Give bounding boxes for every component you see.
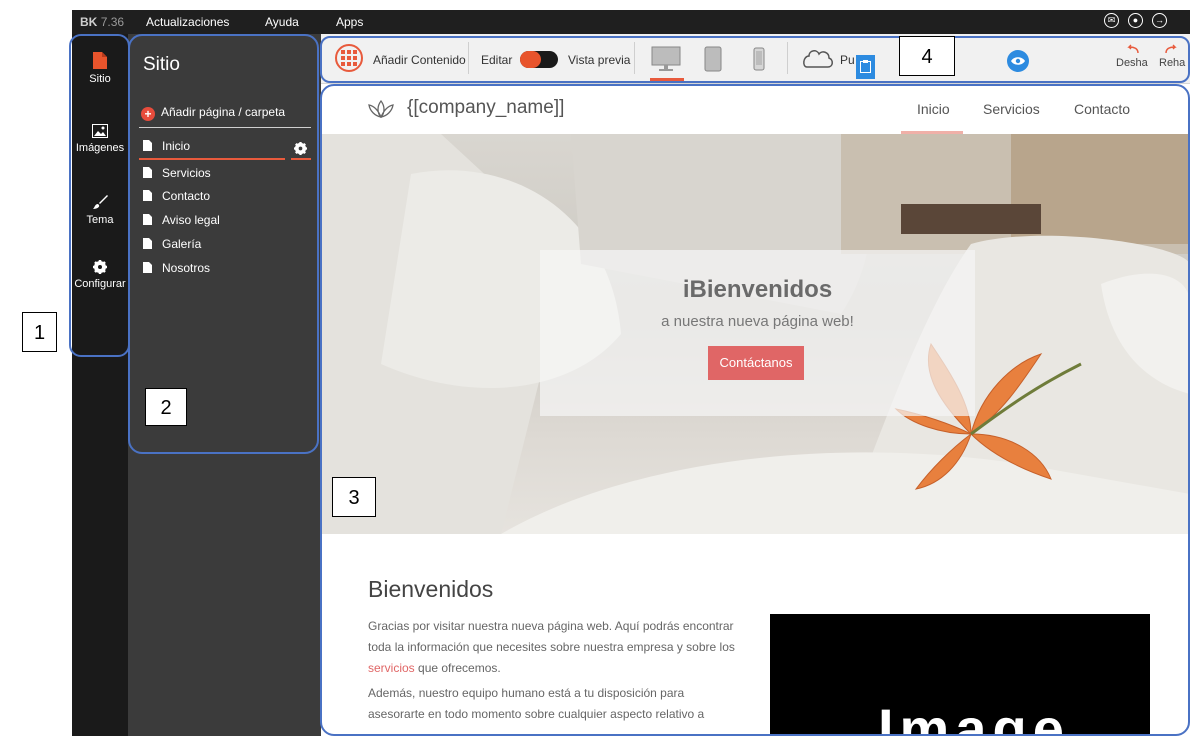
mail-icon[interactable]: ✉ <box>1104 13 1119 28</box>
version-label: BK 7.36 <box>80 15 125 29</box>
annotation-number-1: 1 <box>22 312 57 352</box>
annotation-region-3 <box>320 84 1190 736</box>
menu-ayuda[interactable]: Ayuda <box>265 15 299 29</box>
menu-apps[interactable]: Apps <box>336 15 363 29</box>
user-icon[interactable]: ● <box>1128 13 1143 28</box>
menu-actualizaciones[interactable]: Actualizaciones <box>146 15 229 29</box>
annotation-number-3: 3 <box>332 477 376 517</box>
annotation-number-2: 2 <box>145 388 187 426</box>
annotation-region-4 <box>320 36 1190 83</box>
annotation-region-1 <box>69 34 130 357</box>
top-menu-bar: BK 7.36 Actualizaciones Ayuda Apps ✉ ● → <box>72 10 1190 34</box>
logout-icon[interactable]: → <box>1152 13 1167 28</box>
annotation-number-4: 4 <box>899 36 955 76</box>
